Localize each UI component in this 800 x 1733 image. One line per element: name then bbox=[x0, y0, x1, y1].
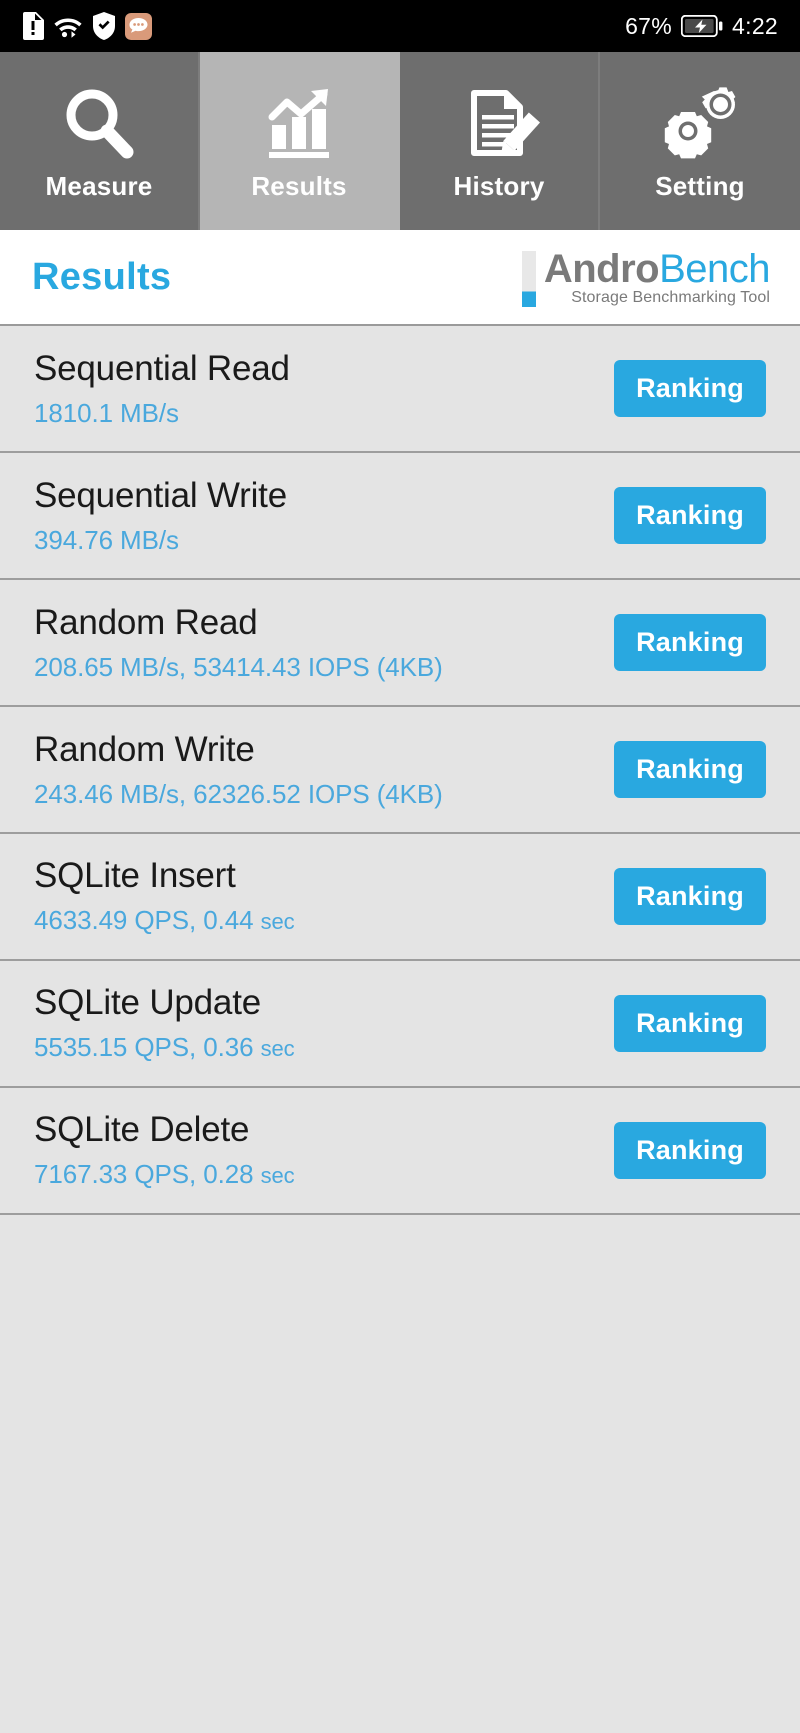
status-bar-right: 67% 4:22 bbox=[625, 13, 778, 40]
table-row: SQLite Delete 7167.33 QPS, 0.28 sec Rankin… bbox=[0, 1088, 800, 1215]
tab-setting-label: Setting bbox=[655, 170, 745, 201]
wifi-icon bbox=[53, 14, 83, 38]
table-row: SQLite Update 5535.15 QPS, 0.36 sec Rankin… bbox=[0, 961, 800, 1088]
row-text-group: SQLite Update 5535.15 QPS, 0.36 sec bbox=[34, 982, 295, 1066]
logo-tagline: Storage Benchmarking Tool bbox=[571, 289, 770, 306]
benchmark-value-label: 5535.15 QPS, 0.36 sec bbox=[34, 1031, 295, 1062]
row-text-group: Random Read 208.65 MB/s, 53414.43 IOPS (4… bbox=[34, 602, 443, 684]
ranking-button[interactable]: Ranking bbox=[614, 1122, 766, 1179]
row-text-group: Sequential Write 394.76 MB/s bbox=[34, 475, 287, 557]
benchmark-name-label: SQLite Insert bbox=[34, 855, 236, 895]
page-title: Results bbox=[32, 255, 172, 298]
battery-percent-label: 67% bbox=[625, 12, 673, 39]
status-bar-left-icons bbox=[22, 12, 152, 40]
message-bubble-icon bbox=[125, 12, 152, 40]
logo-bench-text: Bench bbox=[659, 247, 770, 291]
ranking-button[interactable]: Ranking bbox=[614, 487, 766, 544]
tab-setting[interactable]: Setting bbox=[600, 52, 800, 230]
benchmark-name-label: Sequential Read bbox=[34, 348, 290, 388]
page-header: Results AndroBench Storage Benchmarking … bbox=[0, 230, 800, 326]
table-row: Sequential Write 394.76 MB/s Ranking bbox=[0, 453, 800, 580]
table-row: Sequential Read 1810.1 MB/s Ranking bbox=[0, 326, 800, 453]
tab-bar: Measure Results History Setting bbox=[0, 52, 800, 230]
logo-andro-text: Andro bbox=[543, 247, 660, 291]
tab-results[interactable]: Results bbox=[200, 52, 400, 230]
row-text-group: SQLite Delete 7167.33 QPS, 0.28 sec bbox=[34, 1109, 295, 1193]
benchmark-name-label: SQLite Update bbox=[34, 982, 261, 1022]
tab-results-label: Results bbox=[251, 170, 347, 201]
benchmark-name-label: Sequential Write bbox=[34, 475, 287, 515]
logo-wordmark: AndroBench bbox=[543, 247, 771, 291]
clock-label: 4:22 bbox=[732, 12, 778, 39]
ranking-button[interactable]: Ranking bbox=[614, 360, 766, 417]
benchmark-value-label: 1810.1 MB/s bbox=[34, 397, 179, 428]
androbench-logo: AndroBench Storage Benchmarking Tool bbox=[521, 247, 771, 307]
tab-measure[interactable]: Measure bbox=[0, 52, 200, 230]
status-bar: 67% 4:22 bbox=[0, 0, 800, 52]
sim-alert-icon bbox=[22, 12, 44, 40]
benchmark-value-label: 394.76 MB/s bbox=[34, 524, 179, 555]
magnifier-icon bbox=[56, 81, 142, 167]
row-text-group: Sequential Read 1810.1 MB/s bbox=[34, 348, 290, 430]
tab-history-label: History bbox=[453, 170, 545, 201]
benchmark-value-label: 4633.49 QPS, 0.44 sec bbox=[34, 904, 295, 935]
table-row: Random Read 208.65 MB/s, 53414.43 IOPS (4… bbox=[0, 580, 800, 707]
benchmark-value-label: 208.65 MB/s, 53414.43 IOPS (4KB) bbox=[34, 651, 443, 682]
row-text-group: SQLite Insert 4633.49 QPS, 0.44 sec bbox=[34, 855, 295, 939]
benchmark-value-label: 243.46 MB/s, 62326.52 IOPS (4KB) bbox=[34, 778, 443, 809]
ranking-button[interactable]: Ranking bbox=[614, 995, 766, 1052]
tab-history[interactable]: History bbox=[400, 52, 600, 230]
benchmark-name-label: SQLite Delete bbox=[34, 1109, 250, 1149]
results-list: Sequential Read 1810.1 MB/s Ranking Sequent… bbox=[0, 326, 800, 1215]
document-pencil-icon bbox=[456, 81, 542, 167]
tab-measure-label: Measure bbox=[45, 170, 153, 201]
ranking-button[interactable]: Ranking bbox=[614, 614, 766, 671]
benchmark-name-label: Random Read bbox=[34, 602, 258, 642]
battery-charging-icon bbox=[681, 15, 723, 37]
benchmark-value-label: 7167.33 QPS, 0.28 sec bbox=[34, 1158, 295, 1189]
ranking-button[interactable]: Ranking bbox=[614, 868, 766, 925]
table-row: SQLite Insert 4633.49 QPS, 0.44 sec Rankin… bbox=[0, 834, 800, 961]
logo-bar-icon bbox=[521, 251, 536, 307]
row-text-group: Random Write 243.46 MB/s, 62326.52 IOPS (… bbox=[34, 729, 443, 811]
gears-icon bbox=[657, 81, 743, 167]
ranking-button[interactable]: Ranking bbox=[614, 741, 766, 798]
table-row: Random Write 243.46 MB/s, 62326.52 IOPS (… bbox=[0, 707, 800, 834]
shield-check-icon bbox=[92, 12, 116, 40]
bar-chart-arrow-icon bbox=[256, 81, 342, 167]
benchmark-name-label: Random Write bbox=[34, 729, 255, 769]
